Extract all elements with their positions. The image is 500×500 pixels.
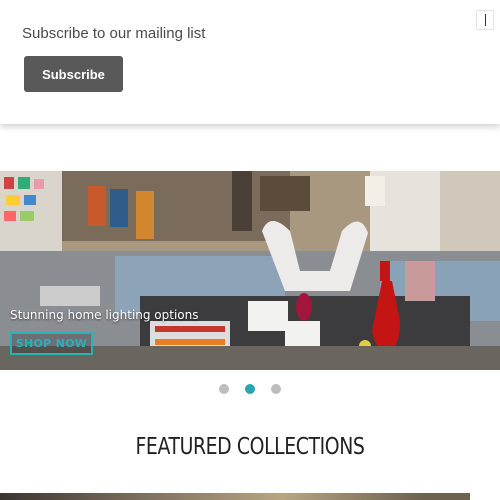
carousel-dot-2[interactable] bbox=[245, 384, 255, 394]
close-icon[interactable] bbox=[476, 10, 494, 30]
carousel-dot-1[interactable] bbox=[219, 384, 229, 394]
featured-collections-title: FEATURED COLLECTIONS bbox=[135, 434, 365, 460]
hero-caption: Stunning home lighting options bbox=[10, 308, 199, 322]
popup-title: Subscribe to our mailing list bbox=[22, 25, 206, 42]
carousel-dot-3[interactable] bbox=[271, 384, 281, 394]
shop-now-button[interactable]: SHOP NOW bbox=[10, 332, 93, 355]
subscribe-button[interactable]: Subscribe bbox=[24, 56, 123, 92]
featured-collection-image[interactable] bbox=[0, 493, 470, 500]
newsletter-popup: Subscribe to our mailing list Subscribe bbox=[0, 0, 500, 124]
